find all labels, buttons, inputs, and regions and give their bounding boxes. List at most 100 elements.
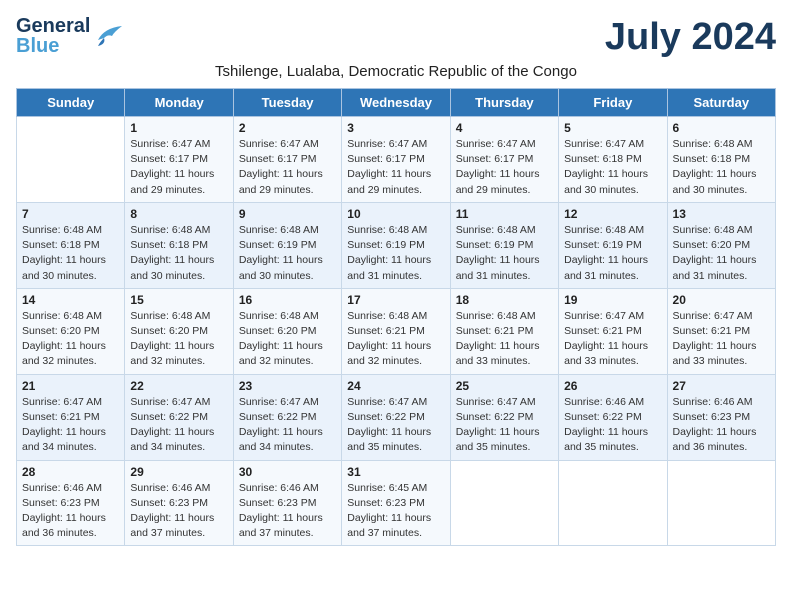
day-info: Sunrise: 6:48 AM Sunset: 6:18 PM Dayligh… [22, 223, 119, 284]
day-number: 18 [456, 293, 553, 307]
day-info: Sunrise: 6:47 AM Sunset: 6:22 PM Dayligh… [456, 395, 553, 456]
calendar-cell: 28 Sunrise: 6:46 AM Sunset: 6:23 PM Dayli… [17, 460, 125, 546]
header-day-tuesday: Tuesday [233, 89, 341, 117]
day-number: 1 [130, 121, 227, 135]
day-number: 31 [347, 465, 444, 479]
header-row: SundayMondayTuesdayWednesdayThursdayFrid… [17, 89, 776, 117]
calendar-cell: 26Sunrise: 6:46 AM Sunset: 6:22 PM Dayli… [559, 374, 667, 460]
day-number: 24 [347, 379, 444, 393]
calendar-cell: 18 Sunrise: 6:48 AM Sunset: 6:21 PM Dayli… [450, 288, 558, 374]
day-info: Sunrise: 6:47 AM Sunset: 6:18 PM Dayligh… [564, 137, 661, 198]
logo-blue-text: Blue [16, 36, 90, 56]
day-info: Sunrise: 6:48 AM Sunset: 6:19 PM Dayligh… [239, 223, 336, 284]
day-number: 19 [564, 293, 661, 307]
calendar-body: 1 Sunrise: 6:47 AM Sunset: 6:17 PM Daylig… [17, 117, 776, 546]
day-number: 9 [239, 207, 336, 221]
day-number: 5 [564, 121, 661, 135]
day-number: 17 [347, 293, 444, 307]
calendar-header: SundayMondayTuesdayWednesdayThursdayFrid… [17, 89, 776, 117]
day-info: Sunrise: 6:47 AM Sunset: 6:22 PM Dayligh… [130, 395, 227, 456]
header-day-monday: Monday [125, 89, 233, 117]
day-number: 15 [130, 293, 227, 307]
day-info: Sunrise: 6:48 AM Sunset: 6:21 PM Dayligh… [456, 309, 553, 370]
day-number: 2 [239, 121, 336, 135]
day-number: 10 [347, 207, 444, 221]
calendar-cell: 23Sunrise: 6:47 AM Sunset: 6:22 PM Dayli… [233, 374, 341, 460]
day-info: Sunrise: 6:47 AM Sunset: 6:21 PM Dayligh… [673, 309, 770, 370]
page-header: General Blue July 2024 [16, 16, 776, 59]
calendar-cell: 21 Sunrise: 6:47 AM Sunset: 6:21 PM Dayli… [17, 374, 125, 460]
day-info: Sunrise: 6:47 AM Sunset: 6:21 PM Dayligh… [22, 395, 119, 456]
day-number: 30 [239, 465, 336, 479]
calendar-cell: 25 Sunrise: 6:47 AM Sunset: 6:22 PM Dayli… [450, 374, 558, 460]
day-info: Sunrise: 6:47 AM Sunset: 6:17 PM Dayligh… [239, 137, 336, 198]
day-info: Sunrise: 6:47 AM Sunset: 6:17 PM Dayligh… [130, 137, 227, 198]
logo: General Blue [16, 16, 122, 56]
day-number: 29 [130, 465, 227, 479]
day-info: Sunrise: 6:48 AM Sunset: 6:19 PM Dayligh… [456, 223, 553, 284]
day-number: 25 [456, 379, 553, 393]
calendar-cell: 7Sunrise: 6:48 AM Sunset: 6:18 PM Daylig… [17, 202, 125, 288]
day-number: 14 [22, 293, 119, 307]
day-number: 16 [239, 293, 336, 307]
calendar-cell: 3Sunrise: 6:47 AM Sunset: 6:17 PM Daylig… [342, 117, 450, 203]
calendar-week-row: 7Sunrise: 6:48 AM Sunset: 6:18 PM Daylig… [17, 202, 776, 288]
header-day-saturday: Saturday [667, 89, 775, 117]
day-info: Sunrise: 6:47 AM Sunset: 6:22 PM Dayligh… [347, 395, 444, 456]
day-info: Sunrise: 6:46 AM Sunset: 6:23 PM Dayligh… [673, 395, 770, 456]
calendar-cell: 27 Sunrise: 6:46 AM Sunset: 6:23 PM Dayli… [667, 374, 775, 460]
calendar-week-row: 1 Sunrise: 6:47 AM Sunset: 6:17 PM Daylig… [17, 117, 776, 203]
calendar-cell: 2 Sunrise: 6:47 AM Sunset: 6:17 PM Daylig… [233, 117, 341, 203]
calendar-cell: 5 Sunrise: 6:47 AM Sunset: 6:18 PM Daylig… [559, 117, 667, 203]
calendar-cell: 13 Sunrise: 6:48 AM Sunset: 6:20 PM Dayli… [667, 202, 775, 288]
calendar-cell: 30Sunrise: 6:46 AM Sunset: 6:23 PM Dayli… [233, 460, 341, 546]
logo-general-text: General [16, 16, 90, 36]
header-day-sunday: Sunday [17, 89, 125, 117]
calendar-cell: 29 Sunrise: 6:46 AM Sunset: 6:23 PM Dayli… [125, 460, 233, 546]
day-info: Sunrise: 6:47 AM Sunset: 6:17 PM Dayligh… [456, 137, 553, 198]
calendar-cell: 31Sunrise: 6:45 AM Sunset: 6:23 PM Dayli… [342, 460, 450, 546]
header-day-thursday: Thursday [450, 89, 558, 117]
calendar-cell [559, 460, 667, 546]
header-day-wednesday: Wednesday [342, 89, 450, 117]
calendar-cell: 11 Sunrise: 6:48 AM Sunset: 6:19 PM Dayli… [450, 202, 558, 288]
calendar-week-row: 21 Sunrise: 6:47 AM Sunset: 6:21 PM Dayli… [17, 374, 776, 460]
day-info: Sunrise: 6:46 AM Sunset: 6:23 PM Dayligh… [130, 481, 227, 542]
calendar-cell: 16Sunrise: 6:48 AM Sunset: 6:20 PM Dayli… [233, 288, 341, 374]
day-info: Sunrise: 6:48 AM Sunset: 6:19 PM Dayligh… [347, 223, 444, 284]
day-number: 13 [673, 207, 770, 221]
calendar-cell: 6Sunrise: 6:48 AM Sunset: 6:18 PM Daylig… [667, 117, 775, 203]
calendar-cell: 14 Sunrise: 6:48 AM Sunset: 6:20 PM Dayli… [17, 288, 125, 374]
day-info: Sunrise: 6:48 AM Sunset: 6:20 PM Dayligh… [130, 309, 227, 370]
day-number: 8 [130, 207, 227, 221]
day-info: Sunrise: 6:48 AM Sunset: 6:18 PM Dayligh… [673, 137, 770, 198]
calendar-cell [450, 460, 558, 546]
calendar-cell: 22 Sunrise: 6:47 AM Sunset: 6:22 PM Dayli… [125, 374, 233, 460]
calendar-cell: 9 Sunrise: 6:48 AM Sunset: 6:19 PM Daylig… [233, 202, 341, 288]
day-number: 27 [673, 379, 770, 393]
day-number: 3 [347, 121, 444, 135]
month-title: July 2024 [605, 16, 776, 59]
day-number: 11 [456, 207, 553, 221]
calendar-cell: 17 Sunrise: 6:48 AM Sunset: 6:21 PM Dayli… [342, 288, 450, 374]
day-info: Sunrise: 6:46 AM Sunset: 6:22 PM Dayligh… [564, 395, 661, 456]
calendar-cell: 10 Sunrise: 6:48 AM Sunset: 6:19 PM Dayli… [342, 202, 450, 288]
calendar-cell: 20Sunrise: 6:47 AM Sunset: 6:21 PM Dayli… [667, 288, 775, 374]
day-info: Sunrise: 6:48 AM Sunset: 6:19 PM Dayligh… [564, 223, 661, 284]
calendar-cell: 1 Sunrise: 6:47 AM Sunset: 6:17 PM Daylig… [125, 117, 233, 203]
day-info: Sunrise: 6:46 AM Sunset: 6:23 PM Dayligh… [22, 481, 119, 542]
calendar-cell: 15 Sunrise: 6:48 AM Sunset: 6:20 PM Dayli… [125, 288, 233, 374]
day-info: Sunrise: 6:48 AM Sunset: 6:20 PM Dayligh… [673, 223, 770, 284]
day-number: 21 [22, 379, 119, 393]
day-number: 28 [22, 465, 119, 479]
calendar-week-row: 14 Sunrise: 6:48 AM Sunset: 6:20 PM Dayli… [17, 288, 776, 374]
day-number: 4 [456, 121, 553, 135]
logo-bird-icon [94, 26, 122, 46]
day-info: Sunrise: 6:48 AM Sunset: 6:18 PM Dayligh… [130, 223, 227, 284]
day-number: 23 [239, 379, 336, 393]
calendar-week-row: 28 Sunrise: 6:46 AM Sunset: 6:23 PM Dayli… [17, 460, 776, 546]
calendar-cell: 4 Sunrise: 6:47 AM Sunset: 6:17 PM Daylig… [450, 117, 558, 203]
day-number: 22 [130, 379, 227, 393]
day-info: Sunrise: 6:48 AM Sunset: 6:21 PM Dayligh… [347, 309, 444, 370]
day-info: Sunrise: 6:48 AM Sunset: 6:20 PM Dayligh… [22, 309, 119, 370]
